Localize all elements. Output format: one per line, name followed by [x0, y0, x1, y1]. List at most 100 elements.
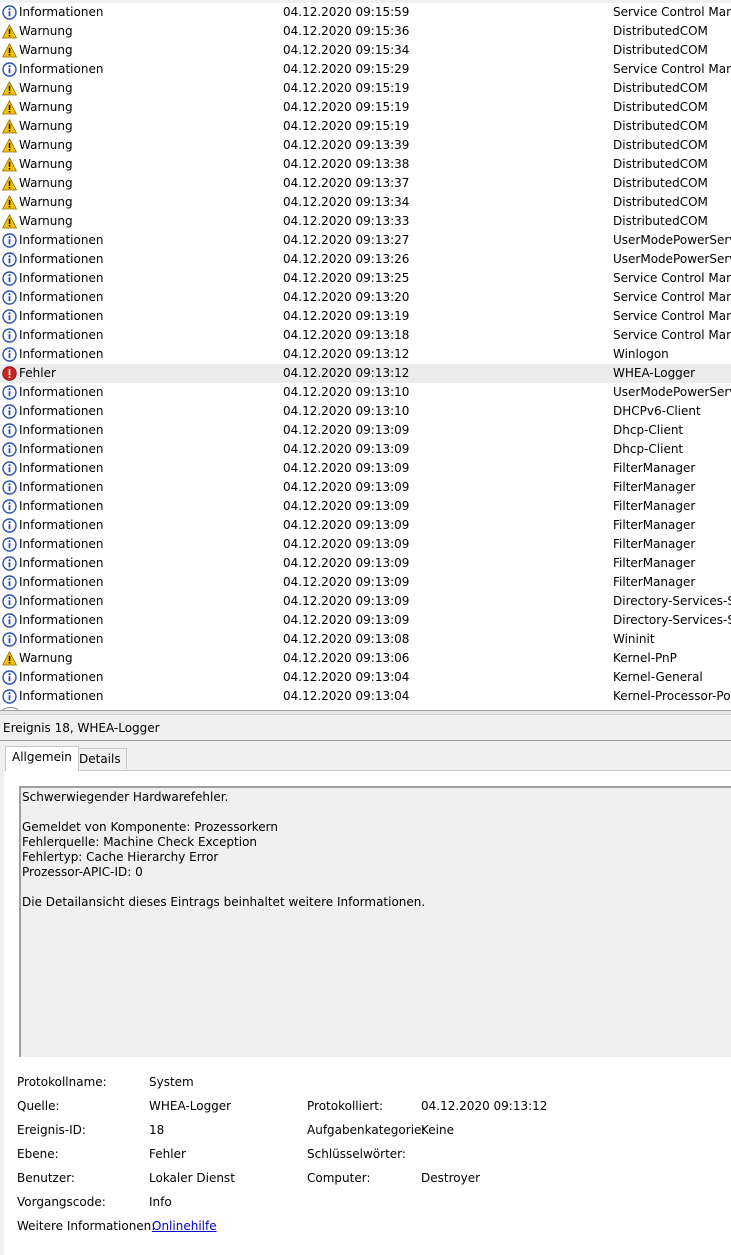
event-date: 04.12.2020 09:13:09: [283, 575, 410, 589]
event-row[interactable]: Informationen 04.12.2020 09:13:09 Director…: [0, 611, 731, 630]
event-level: Informationen: [19, 309, 104, 323]
warning-icon: [1, 194, 18, 210]
description-line: Gemeldet von Komponente: Prozessorkern: [22, 820, 279, 834]
event-source: FilterManager: [613, 556, 696, 570]
warning-icon: [1, 213, 18, 229]
event-row[interactable]: Informationen 04.12.2020 09:13:26 UserMode…: [0, 250, 731, 269]
event-row[interactable]: Informationen 04.12.2020 09:15:29 Service …: [0, 60, 731, 79]
event-level: Informationen: [19, 632, 104, 646]
pane-splitter[interactable]: [0, 710, 731, 715]
event-level: Warnung: [19, 100, 73, 114]
event-row[interactable]: Informationen 04.12.2020 09:13:12 Winlogon: [0, 345, 731, 364]
logged-label: Protokolliert:: [307, 1099, 384, 1113]
event-row[interactable]: Warnung 04.12.2020 09:15:36 DistributedCOM: [0, 22, 731, 41]
event-date: 04.12.2020 09:13:34: [283, 195, 410, 209]
event-source: DistributedCOM: [613, 214, 708, 228]
event-row[interactable]: Informationen 04.12.2020 09:13:20 Service …: [0, 288, 731, 307]
event-source: DistributedCOM: [613, 24, 708, 38]
event-row[interactable]: Informationen 04.12.2020 09:13:04 Kernel-P…: [0, 687, 731, 706]
event-row[interactable]: Warnung 04.12.2020 09:15:19 DistributedCOM: [0, 98, 731, 117]
event-row[interactable]: Warnung 04.12.2020 09:13:37 DistributedCOM: [0, 174, 731, 193]
event-row[interactable]: Informationen 04.12.2020 09:13:09 Dhcp-Cli…: [0, 421, 731, 440]
event-date: 04.12.2020 09:13:20: [283, 290, 410, 304]
event-date: 04.12.2020 09:13:39: [283, 138, 410, 152]
event-row[interactable]: Warnung 04.12.2020 09:13:39 DistributedCOM: [0, 136, 731, 155]
event-row[interactable]: Informationen 04.12.2020 09:13:09 FilterMa…: [0, 478, 731, 497]
task-category-value: Keine: [421, 1123, 454, 1137]
event-date: 04.12.2020 09:13:19: [283, 309, 410, 323]
event-row[interactable]: Informationen 04.12.2020 09:13:09 FilterMa…: [0, 516, 731, 535]
event-row[interactable]: Warnung 04.12.2020 09:13:34 DistributedCOM: [0, 193, 731, 212]
event-row[interactable]: Informationen 04.12.2020 09:13:09 FilterMa…: [0, 459, 731, 478]
event-source: Kernel-Processor-Pow: [613, 689, 731, 703]
event-row[interactable]: Informationen 04.12.2020 09:15:59 Service …: [0, 3, 731, 22]
event-level: Warnung: [19, 81, 73, 95]
event-level: Informationen: [19, 480, 104, 494]
opcode-label: Vorgangscode:: [17, 1195, 106, 1209]
event-row[interactable]: Informationen 04.12.2020 09:13:09 FilterMa…: [0, 497, 731, 516]
event-id-value: 18: [149, 1123, 165, 1137]
warning-icon: [1, 650, 18, 666]
info-icon: [2, 404, 17, 419]
warning-icon: [1, 80, 18, 96]
event-date: 04.12.2020 09:13:10: [283, 404, 410, 418]
event-row[interactable]: Informationen 04.12.2020 09:13:25 Service …: [0, 269, 731, 288]
info-icon: [2, 328, 17, 343]
event-source: Dhcp-Client: [613, 442, 684, 456]
info-icon: [2, 537, 17, 552]
warning-icon: [1, 118, 18, 134]
event-source: FilterManager: [613, 461, 696, 475]
event-level: Warnung: [19, 214, 73, 228]
event-level: Informationen: [19, 537, 104, 551]
info-icon: [2, 575, 17, 590]
online-help-link[interactable]: Onlinehilfe: [152, 1219, 217, 1233]
event-row[interactable]: Informationen 04.12.2020 09:13:18 Service …: [0, 326, 731, 345]
event-date: 04.12.2020 09:13:18: [283, 328, 410, 342]
event-source: WHEA-Logger: [613, 366, 696, 380]
event-source: Wininit: [613, 632, 655, 646]
event-source: FilterManager: [613, 537, 696, 551]
event-date: 04.12.2020 09:13:09: [283, 537, 410, 551]
event-row[interactable]: Warnung 04.12.2020 09:15:19 DistributedCOM: [0, 117, 731, 136]
event-level: Informationen: [19, 518, 104, 532]
event-row[interactable]: Informationen 04.12.2020 09:13:09 FilterMa…: [0, 573, 731, 592]
event-list[interactable]: Informationen 04.12.2020 09:15:59 Service …: [0, 3, 731, 710]
event-row[interactable]: Warnung 04.12.2020 09:13:06 Kernel-PnP: [0, 649, 731, 668]
warning-icon: [1, 42, 18, 58]
event-level: Informationen: [19, 499, 104, 513]
event-row[interactable]: Informationen 04.12.2020 09:13:08 Wininit: [0, 630, 731, 649]
event-row[interactable]: Warnung 04.12.2020 09:13:38 DistributedCOM: [0, 155, 731, 174]
event-row[interactable]: Informationen 04.12.2020 09:13:09 Dhcp-Cli…: [0, 440, 731, 459]
info-icon: [2, 461, 17, 476]
event-row[interactable]: Warnung 04.12.2020 09:13:33 DistributedCOM: [0, 212, 731, 231]
event-row[interactable]: Informationen 04.12.2020 09:13:09 Director…: [0, 592, 731, 611]
event-row[interactable]: Informationen 04.12.2020 09:13:10 DHCPv6-C…: [0, 402, 731, 421]
info-icon: [2, 5, 17, 20]
log-name-label: Protokollname:: [17, 1075, 107, 1089]
info-icon: [2, 252, 17, 267]
event-date: 04.12.2020 09:13:37: [283, 176, 410, 190]
event-source: DistributedCOM: [613, 119, 708, 133]
event-source: UserModePowerServic: [613, 385, 731, 399]
tab-details[interactable]: Details: [73, 748, 127, 769]
event-row[interactable]: Informationen 04.12.2020 09:13:09 FilterMa…: [0, 554, 731, 573]
event-source: FilterManager: [613, 480, 696, 494]
info-icon: [2, 518, 17, 533]
event-source: Directory-Services-SAM: [613, 594, 731, 608]
event-row[interactable]: Warnung 04.12.2020 09:15:19 DistributedCOM: [0, 79, 731, 98]
info-icon: [2, 423, 17, 438]
event-source: FilterManager: [613, 518, 696, 532]
description-line: Die Detailansicht dieses Eintrags beinha…: [22, 895, 426, 909]
event-row[interactable]: Informationen 04.12.2020 09:13:04 Kernel-G…: [0, 668, 731, 687]
event-row[interactable]: Warnung 04.12.2020 09:15:34 DistributedCOM: [0, 41, 731, 60]
event-row[interactable]: Informationen 04.12.2020 09:13:19 Service …: [0, 307, 731, 326]
event-row[interactable]: Fehler 04.12.2020 09:13:12 WHEA-Logger: [0, 364, 731, 383]
event-source: FilterManager: [613, 575, 696, 589]
event-row[interactable]: Informationen 04.12.2020 09:13:09 FilterMa…: [0, 535, 731, 554]
event-level: Informationen: [19, 233, 104, 247]
info-icon: [2, 233, 17, 248]
tab-general[interactable]: Allgemein: [5, 746, 79, 771]
event-row[interactable]: Informationen 04.12.2020 09:13:10 UserMode…: [0, 383, 731, 402]
event-row[interactable]: Informationen 04.12.2020 09:13:27 UserMode…: [0, 231, 731, 250]
event-detail-title: Ereignis 18, WHEA-Logger: [3, 721, 160, 735]
